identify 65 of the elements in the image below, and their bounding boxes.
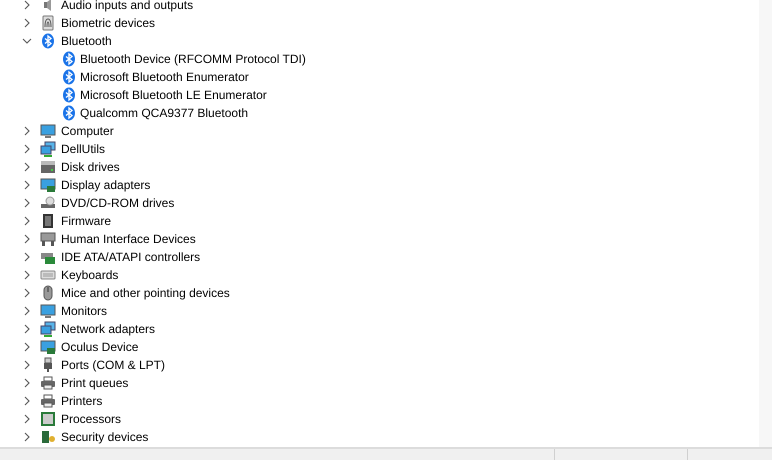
tree-item[interactable]: Ports (COM & LPT)	[61, 356, 166, 374]
tree-item[interactable]: Disk drives	[61, 158, 120, 176]
chevron-icon[interactable]	[22, 360, 32, 370]
network-icon	[40, 321, 56, 337]
tree-item[interactable]: Printers	[61, 392, 102, 410]
tree-item[interactable]: Bluetooth Device (RFCOMM Protocol TDI)	[80, 50, 306, 68]
printer-icon	[40, 393, 56, 409]
tree-item[interactable]: DVD/CD-ROM drives	[61, 194, 174, 212]
chevron-icon[interactable]	[22, 36, 32, 46]
monitor-icon	[40, 303, 56, 319]
display-adapter-icon	[40, 339, 56, 355]
monitor-icon	[40, 123, 56, 139]
chevron-icon[interactable]	[22, 324, 32, 334]
tree-item[interactable]: Human Interface Devices	[61, 230, 196, 248]
chevron-icon[interactable]	[22, 396, 32, 406]
tree-item[interactable]: Network adapters	[61, 320, 156, 338]
tree-item[interactable]: Print queues	[61, 374, 128, 392]
chevron-icon[interactable]	[22, 162, 32, 172]
processor-icon	[40, 411, 56, 427]
bluetooth-icon	[61, 51, 77, 67]
chevron-icon[interactable]	[22, 252, 32, 262]
tree-item[interactable]: Monitors	[61, 302, 108, 320]
chevron-icon[interactable]	[22, 18, 32, 28]
chevron-icon[interactable]	[22, 234, 32, 244]
chevron-icon[interactable]	[22, 288, 32, 298]
tree-item[interactable]: Biometric devices	[61, 14, 156, 32]
tree-item[interactable]: Processors	[61, 410, 122, 428]
tree-item[interactable]: Computer	[61, 122, 114, 140]
tree-item[interactable]: Microsoft Bluetooth LE Enumerator	[80, 86, 267, 104]
chevron-icon[interactable]	[22, 432, 32, 442]
tree-item[interactable]: Qualcomm QCA9377 Bluetooth	[80, 104, 248, 122]
printer-icon	[40, 375, 56, 391]
bluetooth-icon	[61, 87, 77, 103]
chevron-icon[interactable]	[22, 180, 32, 190]
chevron-icon[interactable]	[22, 0, 32, 10]
chevron-icon[interactable]	[22, 414, 32, 424]
tree-item[interactable]: Display adapters	[61, 176, 150, 194]
bluetooth-icon	[61, 105, 77, 121]
chevron-icon[interactable]	[22, 270, 32, 280]
disc-drive-icon	[40, 195, 56, 211]
network-icon	[40, 141, 56, 157]
tree-item[interactable]: DellUtils	[61, 140, 106, 158]
tree-item[interactable]: Firmware	[61, 212, 111, 230]
tree-item[interactable]: Security devices	[61, 428, 148, 446]
tree-item[interactable]: Keyboards	[61, 266, 118, 284]
chevron-icon[interactable]	[22, 342, 32, 352]
drive-icon	[40, 159, 56, 175]
tree-item[interactable]: Bluetooth	[61, 32, 112, 50]
tree-item[interactable]: Audio inputs and outputs	[61, 0, 194, 14]
chevron-icon[interactable]	[22, 144, 32, 154]
chevron-icon[interactable]	[22, 126, 32, 136]
bluetooth-icon	[61, 69, 77, 85]
tree-item[interactable]: IDE ATA/ATAPI controllers	[61, 248, 200, 266]
chip-icon	[40, 213, 56, 229]
chevron-icon[interactable]	[22, 306, 32, 316]
chevron-icon[interactable]	[22, 198, 32, 208]
fingerprint-icon	[40, 15, 56, 31]
tree-item[interactable]: Mice and other pointing devices	[61, 284, 230, 302]
security-device-icon	[40, 429, 56, 445]
tree-item[interactable]: Microsoft Bluetooth Enumerator	[80, 68, 249, 86]
chevron-icon[interactable]	[22, 216, 32, 226]
display-adapter-icon	[40, 177, 56, 193]
tree-item[interactable]: Oculus Device	[61, 338, 138, 356]
chevron-icon[interactable]	[22, 378, 32, 388]
bluetooth-icon	[40, 33, 56, 49]
